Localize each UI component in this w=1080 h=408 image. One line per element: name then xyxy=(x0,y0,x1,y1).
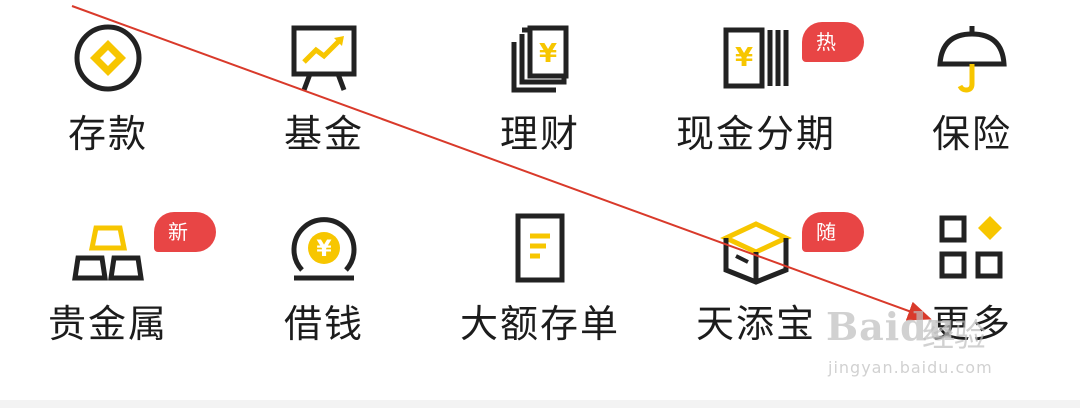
new-product-badge: 新品 xyxy=(154,212,216,284)
menu-item-installment[interactable]: ¥ 热销 现金分期 xyxy=(648,0,864,160)
menu-label: 天添宝 xyxy=(695,302,816,346)
menu-item-wealth[interactable]: ¥ 理财 xyxy=(432,0,648,160)
menu-label: 更多 xyxy=(931,302,1012,346)
menu-item-tiantianbao[interactable]: 随时取 天添宝 xyxy=(648,190,864,350)
svg-text:¥: ¥ xyxy=(316,237,332,262)
menu-label: 大额存单 xyxy=(459,302,620,346)
bottom-divider xyxy=(0,400,1080,408)
treasure-box-icon xyxy=(716,208,796,288)
menu-item-fund[interactable]: 基金 xyxy=(216,0,432,160)
menu-label: 贵金属 xyxy=(47,302,168,346)
more-grid-icon xyxy=(932,208,1012,288)
menu-label: 借钱 xyxy=(283,302,364,346)
menu-label: 存款 xyxy=(67,112,148,156)
menu-item-insurance[interactable]: 保险 xyxy=(864,0,1080,160)
menu-label: 理财 xyxy=(499,112,580,156)
anytime-badge: 随时取 xyxy=(802,212,864,324)
menu-label: 现金分期 xyxy=(675,112,836,156)
installment-yen-icon: ¥ xyxy=(716,18,796,98)
svg-text:¥: ¥ xyxy=(735,43,753,73)
menu-item-large-deposit[interactable]: 大额存单 xyxy=(432,190,648,350)
gold-bars-icon xyxy=(68,208,148,288)
menu-item-more[interactable]: 更多 xyxy=(864,190,1080,350)
svg-text:¥: ¥ xyxy=(539,39,557,69)
menu-label: 基金 xyxy=(283,112,364,156)
wealth-yen-icon: ¥ xyxy=(500,18,580,98)
menu-item-deposit[interactable]: 存款 xyxy=(0,0,216,160)
certificate-doc-icon xyxy=(500,208,580,288)
loan-yen-icon: ¥ xyxy=(284,208,364,288)
menu-item-precious-metal[interactable]: 新品 贵金属 xyxy=(0,190,216,350)
menu-item-borrow[interactable]: ¥ 借钱 xyxy=(216,190,432,350)
service-grid: 存款 基金 ¥ 理财 ¥ 热销 现金分期 保险 新品 贵金属 ¥ 借钱 大额存单… xyxy=(0,0,1080,400)
umbrella-icon xyxy=(932,18,1012,98)
deposit-coin-icon xyxy=(68,18,148,98)
fund-chart-icon xyxy=(284,18,364,98)
hot-sale-badge: 热销 xyxy=(802,22,864,94)
menu-label: 保险 xyxy=(931,112,1012,156)
